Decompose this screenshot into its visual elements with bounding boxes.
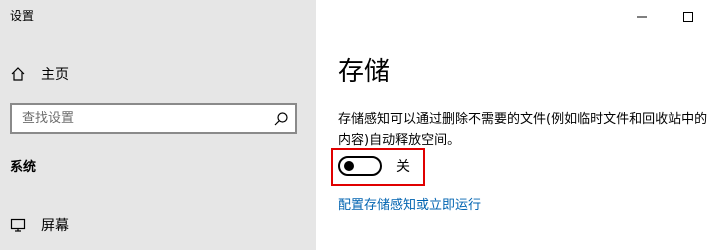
configure-storage-sense-link[interactable]: 配置存储感知或立即运行 [338,194,481,213]
maximize-button[interactable] [665,0,711,32]
monitor-icon [10,217,26,233]
toggle-state-label: 关 [396,159,410,175]
app-title: 设置 [10,9,35,23]
sidebar-item-home[interactable]: 主页 [10,62,306,86]
minimize-icon [637,7,647,26]
window-controls [619,0,711,32]
search-box[interactable] [10,103,297,134]
sidebar-item-home-label: 主页 [41,67,69,83]
section-label-system: 系统 [10,160,37,175]
home-icon [10,66,26,82]
sidebar-item-display-label: 屏幕 [41,218,69,234]
maximize-icon [683,7,693,26]
page-title: 存储 [338,57,391,87]
search-icon[interactable] [273,111,289,127]
sidebar-item-display[interactable]: 屏幕 [10,213,306,237]
sidebar: 设置 主页 系统 屏幕 [0,0,316,250]
toggle-knob [344,161,354,171]
storage-sense-toggle-row: 关 [338,156,410,176]
minimize-button[interactable] [619,0,665,32]
storage-sense-toggle[interactable] [338,156,382,176]
storage-sense-description: 存储感知可以通过删除不需要的文件(例如临时文件和回收站中的内容)自动释放空间。 [338,112,708,148]
search-input[interactable] [22,111,273,126]
